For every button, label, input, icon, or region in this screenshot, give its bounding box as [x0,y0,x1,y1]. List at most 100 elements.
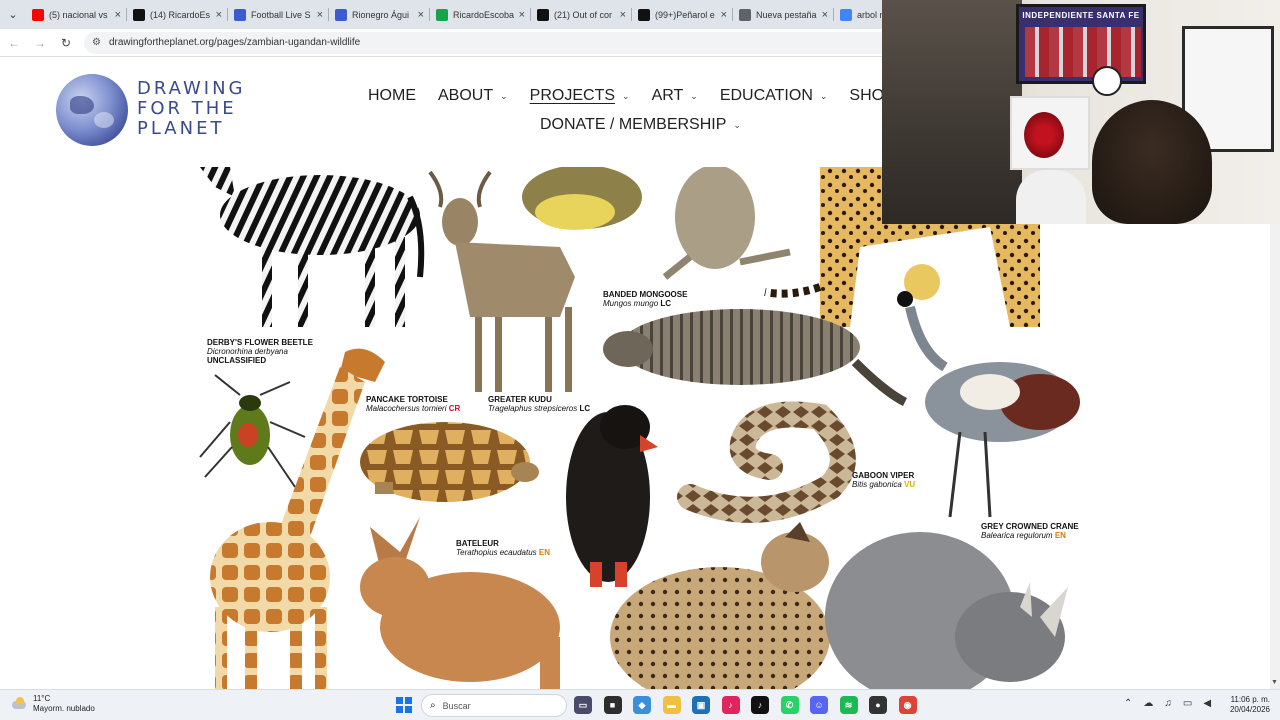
spotted-hyena-drawing [610,522,830,689]
windows-taskbar: 11°C Mayorm. nublado ⌕ Buscar ▭ ■ ◆ ▬ ▣ … [0,689,1280,720]
chrome-icon[interactable]: ◉ [898,696,917,714]
nav-item-label: ART [651,87,684,104]
volume-icon[interactable]: ◀ [1203,698,1211,709]
url-text: drawingfortheplanet.org/pages/zambian-ug… [108,37,361,48]
logo-line-2: FOR THE [137,98,237,119]
browser-tab[interactable]: (21) Out of cor × [531,0,632,29]
nav-item[interactable]: PROJECTS ⌄ [530,87,630,105]
label-scientific: Bitis gabonica [852,480,902,489]
label-name: BATELEUR [456,539,499,548]
file-explorer-icon[interactable]: ▬ [662,696,681,714]
site-icon [335,8,347,21]
chevron-down-icon: ⌄ [819,90,828,101]
nav-item[interactable]: EDUCATION ⌄ [720,87,828,105]
nav-item[interactable]: ABOUT ⌄ [438,87,508,105]
cloudy-weather-icon [10,697,28,711]
label-scientific: Balearica regulorum [981,531,1053,540]
k-icon [436,8,448,21]
reload-icon[interactable]: ↻ [54,31,78,55]
shelf [1010,96,1090,170]
browser-tab[interactable]: Football Live S × [228,0,329,29]
close-tab-icon[interactable]: × [620,9,626,21]
address-bar[interactable]: ⚙ drawingfortheplanet.org/pages/zambian-… [84,31,964,54]
zebra-drawing [200,167,425,327]
discord-icon[interactable]: ☺ [810,696,828,714]
label-status: VU [904,480,916,489]
tab-title: (5) nacional vs [49,9,108,20]
browser-tab[interactable]: Rionegro Águi × [329,0,430,29]
label-status: EN [538,548,551,557]
clock-time: 11:06 p. m. [1230,695,1270,704]
close-tab-icon[interactable]: × [317,9,323,21]
back-arrow-icon[interactable]: ← [2,31,26,55]
task-view-icon[interactable]: ▭ [574,696,592,714]
browser-tab[interactable]: (5) nacional vs × [26,0,127,29]
site-logo-text[interactable]: DRAWING FOR THE PLANET [137,79,246,139]
page-scrollbar[interactable] [1270,224,1280,689]
logo-globe-icon[interactable] [56,74,128,146]
person-head [1092,100,1212,224]
windows-start-icon[interactable] [396,697,412,713]
tab-title: Rionegro Águi [352,9,410,20]
close-tab-icon[interactable]: × [418,9,424,21]
store-icon[interactable]: ▣ [692,696,710,714]
terminal-icon[interactable]: ■ [603,696,622,714]
gaboon-viper-drawing [677,401,856,523]
label-scientific: Tragelaphus strepsiceros [488,404,578,413]
photos-icon[interactable]: ◆ [633,696,651,714]
forward-arrow-icon[interactable]: → [28,31,52,55]
scroll-down-arrow-icon[interactable]: ▼ [1271,679,1278,686]
recorder-icon[interactable]: ● [869,696,887,714]
nav-item-label: EDUCATION [719,87,813,104]
webcam-overlay: INDEPENDIENTE SANTA FE [882,0,1280,224]
browser-tab[interactable]: RicardoEscoba × [430,0,531,29]
x-icon [133,8,145,21]
tray-chevron-up-icon[interactable]: ⌃ [1124,698,1132,709]
browser-tab[interactable]: (14) RicardoEs × [127,0,228,29]
team-photo [1025,27,1141,77]
site-info-icon[interactable]: ⚙ [92,37,101,48]
x-icon [537,8,549,21]
tiktok-icon[interactable]: ♪ [751,696,769,714]
nav-item[interactable]: HOME [368,87,416,105]
close-tab-icon[interactable]: × [115,9,121,21]
chrome-icon [739,8,751,21]
label-scientific: Terathopius ecaudatus [456,548,537,557]
label-name: GREY CROWNED CRANE [981,522,1079,531]
nav-item-label: HOME [368,87,416,104]
tab-title: Nueva pestaña [756,9,817,20]
chevron-down-icon: ⌄ [622,90,630,101]
search-placeholder: Buscar [442,700,471,711]
label-status: LC [579,404,591,413]
label-name: GREATER KUDU [488,395,552,404]
taskbar-search[interactable]: ⌕ Buscar [421,694,567,717]
close-tab-icon[interactable]: × [721,9,727,21]
label-name: PANCAKE TORTOISE [366,395,448,404]
nav-item[interactable]: DONATE / MEMBERSHIP ⌄ [540,116,741,134]
nav-item-label: ABOUT [438,87,494,104]
tiktok-red-icon[interactable]: ♪ [721,696,740,714]
main-nav-row-2: DONATE / MEMBERSHIP ⌄ [540,116,763,134]
nav-item[interactable]: ART ⌄ [652,87,698,105]
cloud-sync-icon[interactable]: ☁ [1143,698,1153,709]
close-tab-icon[interactable]: × [216,9,222,21]
whatsapp-icon[interactable]: ✆ [780,696,799,714]
label-status: CR [448,404,461,413]
browser-tab[interactable]: (99+)Peñarol e × [632,0,733,29]
network-icon[interactable]: ▭ [1183,698,1192,709]
close-tab-icon[interactable]: × [519,9,525,21]
weather-widget[interactable]: 11°C Mayorm. nublado [10,694,95,714]
weather-temp: 11°C [33,694,51,703]
youtube-icon [32,8,44,21]
tab-search-chevron-icon[interactable]: ⌄ [0,0,26,29]
browser-tab[interactable]: Nueva pestaña × [733,0,834,29]
system-tray: ⌃ ☁ ♫ ▭ ◀ [1124,698,1222,709]
spotify-icon[interactable]: ≋ [839,696,858,714]
soccer-ball-icon [1092,66,1122,96]
clock[interactable]: 11:06 p. m. 20/04/2026 [1222,695,1270,715]
close-tab-icon[interactable]: × [822,9,828,21]
microphone-icon[interactable]: ♫ [1164,698,1172,709]
label-name: BANDED MONGOOSE [603,290,688,299]
google-icon [840,8,852,21]
main-nav-row-1: HOME ABOUT ⌄ PROJECTS ⌄ ART ⌄ EDUCATION ⌄ SHOP [368,87,917,105]
